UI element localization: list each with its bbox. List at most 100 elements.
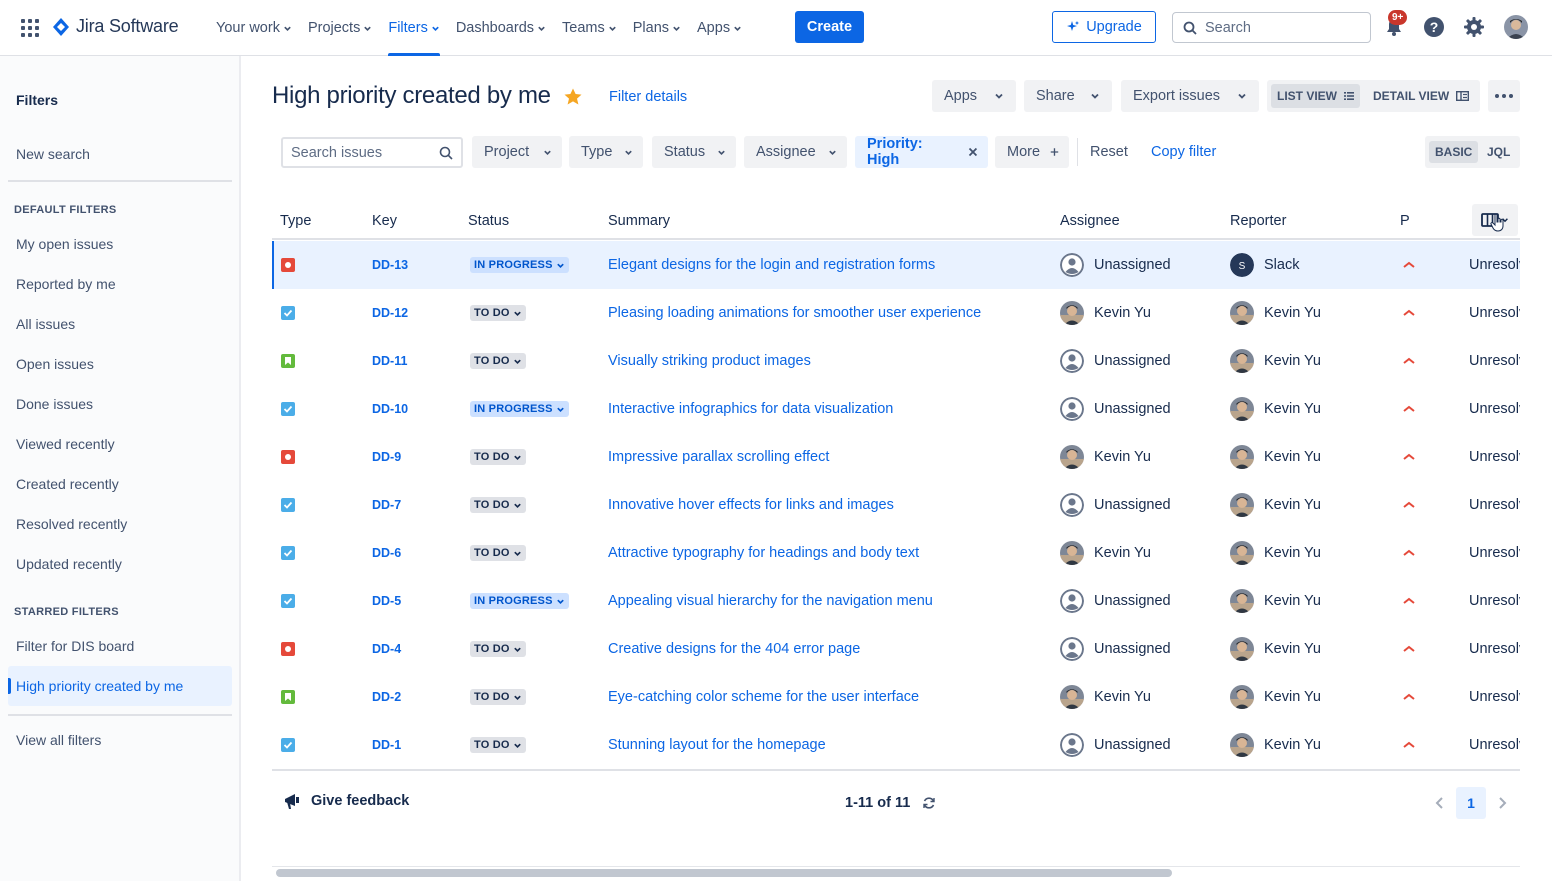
table-row[interactable]: DD-10 IN PROGRESS Interactive infographics… xyxy=(272,385,1520,433)
status-dropdown[interactable]: TO DO xyxy=(470,353,526,369)
star-icon[interactable] xyxy=(563,87,583,107)
column-header-summary[interactable]: Summary xyxy=(608,213,670,229)
column-header-priority[interactable]: P xyxy=(1400,213,1410,229)
reporter[interactable]: Kevin Yu xyxy=(1230,445,1321,469)
status-dropdown[interactable]: TO DO xyxy=(470,641,526,657)
apps-dropdown[interactable]: Apps xyxy=(932,80,1016,112)
project-filter-dropdown[interactable]: Project xyxy=(472,136,562,168)
assignee[interactable]: Unassigned xyxy=(1060,733,1171,757)
sidebar-item-filter-for-dis-board[interactable]: Filter for DIS board xyxy=(8,626,232,666)
summary-link[interactable]: Creative designs for the 404 error page xyxy=(608,641,860,657)
copy-filter-link[interactable]: Copy filter xyxy=(1151,144,1216,160)
settings-button[interactable] xyxy=(1462,15,1486,39)
column-header-key[interactable]: Key xyxy=(372,213,397,229)
share-dropdown[interactable]: Share xyxy=(1024,80,1112,112)
chevron-right-icon[interactable] xyxy=(1494,794,1510,812)
assignee-filter-dropdown[interactable]: Assignee xyxy=(744,136,847,168)
assignee[interactable]: Kevin Yu xyxy=(1060,541,1151,565)
summary-link[interactable]: Interactive infographics for data visual… xyxy=(608,401,893,417)
table-row[interactable]: DD-11 TO DO Visually striking product imag… xyxy=(272,337,1520,385)
reporter[interactable]: Kevin Yu xyxy=(1230,301,1321,325)
column-header-assignee[interactable]: Assignee xyxy=(1060,213,1120,229)
nav-item-plans[interactable]: Plans xyxy=(625,0,689,56)
chevron-left-icon[interactable] xyxy=(1432,794,1448,812)
assignee[interactable]: Unassigned xyxy=(1060,637,1171,661)
reset-button[interactable]: Reset xyxy=(1090,144,1128,160)
status-dropdown[interactable]: TO DO xyxy=(470,497,526,513)
column-header-status[interactable]: Status xyxy=(468,213,509,229)
reporter[interactable]: Kevin Yu xyxy=(1230,589,1321,613)
sidebar-item-open-issues[interactable]: Open issues xyxy=(8,344,232,384)
sidebar-item-updated-recently[interactable]: Updated recently xyxy=(8,544,232,584)
column-header-type[interactable]: Type xyxy=(280,213,311,229)
nav-item-dashboards[interactable]: Dashboards xyxy=(448,0,554,56)
nav-item-your-work[interactable]: Your work xyxy=(208,0,300,56)
sidebar-item-high-priority-created-by-me[interactable]: High priority created by me xyxy=(8,666,232,706)
summary-link[interactable]: Impressive parallax scrolling effect xyxy=(608,449,829,465)
table-row[interactable]: DD-5 IN PROGRESS Appealing visual hierarch… xyxy=(272,577,1520,625)
help-button[interactable]: ? xyxy=(1422,15,1446,39)
sidebar-item-resolved-recently[interactable]: Resolved recently xyxy=(8,504,232,544)
sidebar-item-my-open-issues[interactable]: My open issues xyxy=(8,224,232,264)
give-feedback-button[interactable]: Give feedback xyxy=(283,792,409,810)
table-row[interactable]: DD-2 TO DO Eye-catching color scheme for t… xyxy=(272,673,1520,721)
status-filter-dropdown[interactable]: Status xyxy=(652,136,736,168)
summary-link[interactable]: Stunning layout for the homepage xyxy=(608,737,826,753)
status-dropdown[interactable]: IN PROGRESS xyxy=(470,257,569,273)
reporter[interactable]: Kevin Yu xyxy=(1230,733,1321,757)
refresh-icon[interactable] xyxy=(922,796,936,810)
reporter[interactable]: S Slack xyxy=(1230,253,1299,277)
column-header-reporter[interactable]: Reporter xyxy=(1230,213,1286,229)
issue-key-link[interactable]: DD-13 xyxy=(372,258,408,272)
table-row[interactable]: DD-1 TO DO Stunning layout for the homepag… xyxy=(272,721,1520,769)
more-actions-button[interactable] xyxy=(1488,80,1520,112)
horizontal-scrollbar[interactable] xyxy=(276,869,1172,877)
reporter[interactable]: Kevin Yu xyxy=(1230,349,1321,373)
assignee[interactable]: Kevin Yu xyxy=(1060,685,1151,709)
upgrade-button[interactable]: Upgrade xyxy=(1052,11,1156,43)
summary-link[interactable]: Eye-catching color scheme for the user i… xyxy=(608,689,919,705)
nav-item-projects[interactable]: Projects xyxy=(300,0,380,56)
nav-item-teams[interactable]: Teams xyxy=(554,0,625,56)
global-search-input[interactable]: Search xyxy=(1172,12,1371,43)
sidebar-item-reported-by-me[interactable]: Reported by me xyxy=(8,264,232,304)
sidebar-item-all-issues[interactable]: All issues xyxy=(8,304,232,344)
summary-link[interactable]: Innovative hover effects for links and i… xyxy=(608,497,894,513)
status-dropdown[interactable]: TO DO xyxy=(470,545,526,561)
reporter[interactable]: Kevin Yu xyxy=(1230,541,1321,565)
table-row[interactable]: DD-6 TO DO Attractive typography for headi… xyxy=(272,529,1520,577)
issue-key-link[interactable]: DD-11 xyxy=(372,354,407,368)
table-row[interactable]: DD-9 TO DO Impressive parallax scrolling e… xyxy=(272,433,1520,481)
assignee[interactable]: Unassigned xyxy=(1060,397,1171,421)
summary-link[interactable]: Attractive typography for headings and b… xyxy=(608,545,919,561)
issue-key-link[interactable]: DD-5 xyxy=(372,594,401,608)
status-dropdown[interactable]: TO DO xyxy=(470,737,526,753)
sidebar-item-viewed-recently[interactable]: Viewed recently xyxy=(8,424,232,464)
reporter[interactable]: Kevin Yu xyxy=(1230,637,1321,661)
nav-item-apps[interactable]: Apps xyxy=(689,0,750,56)
summary-link[interactable]: Elegant designs for the login and regist… xyxy=(608,257,935,273)
sidebar-item-new-search[interactable]: New search xyxy=(8,134,232,174)
issue-key-link[interactable]: DD-6 xyxy=(372,546,401,560)
close-icon[interactable] xyxy=(968,147,978,157)
issue-key-link[interactable]: DD-7 xyxy=(372,498,401,512)
summary-link[interactable]: Pleasing loading animations for smoother… xyxy=(608,305,981,321)
search-issues-input[interactable]: Search issues xyxy=(281,137,463,168)
sidebar-item-view-all-filters[interactable]: View all filters xyxy=(8,720,232,760)
assignee[interactable]: Unassigned xyxy=(1060,349,1171,373)
reporter[interactable]: Kevin Yu xyxy=(1230,685,1321,709)
issue-key-link[interactable]: DD-10 xyxy=(372,402,408,416)
status-dropdown[interactable]: TO DO xyxy=(470,449,526,465)
issue-key-link[interactable]: DD-1 xyxy=(372,738,401,752)
type-filter-dropdown[interactable]: Type xyxy=(569,136,643,168)
create-button[interactable]: Create xyxy=(795,11,864,43)
table-row[interactable]: DD-12 TO DO Pleasing loading animations fo… xyxy=(272,289,1520,337)
table-row[interactable]: DD-7 TO DO Innovative hover effects for li… xyxy=(272,481,1520,529)
assignee[interactable]: Unassigned xyxy=(1060,589,1171,613)
summary-link[interactable]: Appealing visual hierarchy for the navig… xyxy=(608,593,933,609)
issue-key-link[interactable]: DD-12 xyxy=(372,306,408,320)
table-row[interactable]: DD-13 IN PROGRESS Elegant designs for the … xyxy=(272,241,1520,289)
sidebar-item-done-issues[interactable]: Done issues xyxy=(8,384,232,424)
filter-details-link[interactable]: Filter details xyxy=(609,89,687,105)
detail-view-button[interactable]: DETAIL VIEW xyxy=(1367,84,1475,108)
